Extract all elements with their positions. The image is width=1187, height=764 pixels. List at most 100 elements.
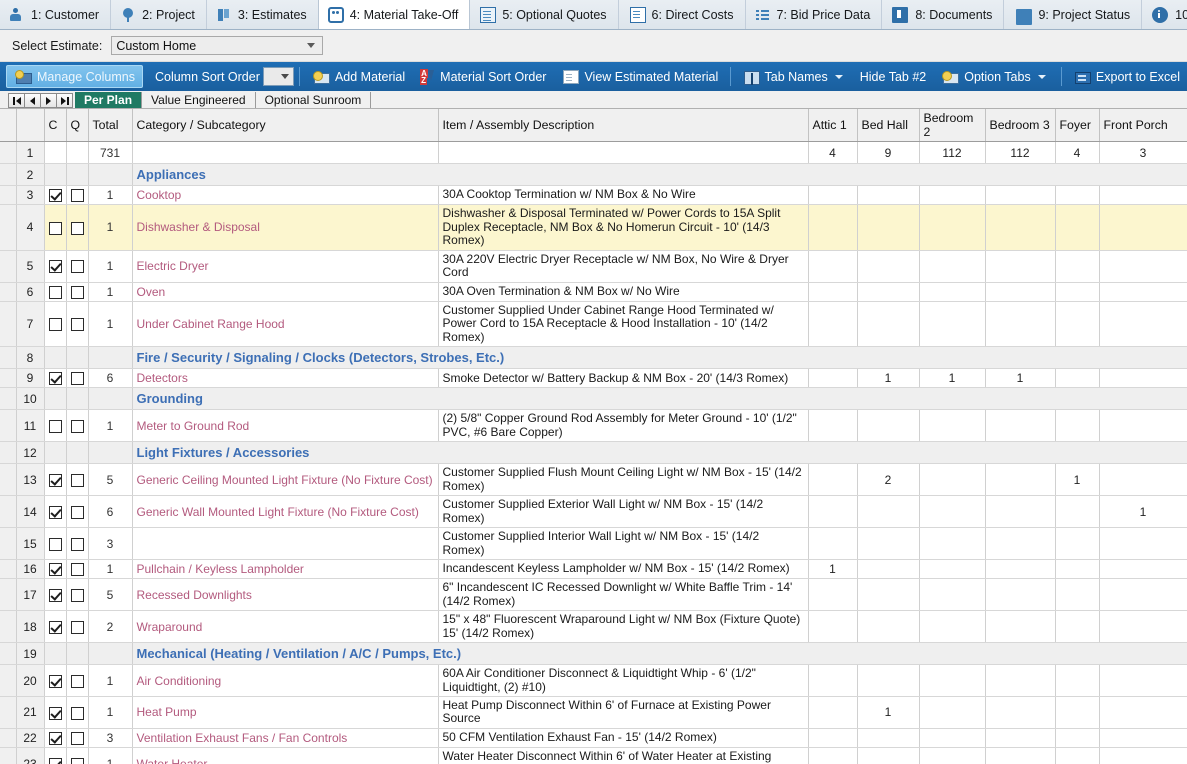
- room-qty-bedroom-3[interactable]: [985, 559, 1056, 580]
- category-cell[interactable]: Generic Ceiling Mounted Light Fixture (N…: [132, 463, 439, 497]
- room-qty-bed-hall[interactable]: [857, 250, 920, 283]
- header-description[interactable]: Item / Assembly Description: [438, 109, 809, 142]
- table-row[interactable]: 6 1 Oven 30A Oven Termination & NM Box w/ N…: [0, 282, 1187, 302]
- room-qty-bedroom-2[interactable]: [919, 282, 986, 302]
- row-select-cell[interactable]: [0, 578, 17, 612]
- q-checkbox-cell[interactable]: [66, 696, 89, 729]
- nav-tab-6[interactable]: 6: Direct Costs: [619, 0, 746, 29]
- description-cell[interactable]: Incandescent Keyless Lampholder w/ NM Bo…: [438, 559, 809, 580]
- row-select-cell[interactable]: [0, 559, 17, 580]
- room-qty-bed-hall[interactable]: [857, 409, 920, 443]
- room-qty-foyer[interactable]: [1055, 747, 1100, 764]
- q-checkbox-cell[interactable]: [66, 204, 89, 251]
- q-checkbox[interactable]: [70, 505, 84, 519]
- room-qty-bed-hall[interactable]: [857, 664, 920, 697]
- c-checkbox[interactable]: [48, 563, 62, 577]
- table-row[interactable]: 15 3 Customer Supplied Interior Wall Light…: [0, 527, 1187, 560]
- row-select-cell[interactable]: [0, 163, 17, 186]
- category-cell[interactable]: Detectors: [132, 368, 439, 389]
- room-qty-foyer[interactable]: [1055, 527, 1100, 560]
- q-checkbox-cell[interactable]: [66, 282, 89, 302]
- room-qty-bed-hall[interactable]: [857, 282, 920, 302]
- table-row[interactable]: 22 3 Ventilation Exhaust Fans / Fan Contro…: [0, 728, 1187, 749]
- q-checkbox-cell[interactable]: [66, 409, 89, 443]
- room-qty-attic-1[interactable]: [808, 301, 858, 348]
- table-row[interactable]: 18 2 Wraparound 15" x 48" Fluorescent Wrapa…: [0, 610, 1187, 644]
- row-select-cell[interactable]: [0, 301, 17, 348]
- q-checkbox-cell[interactable]: [66, 728, 89, 749]
- room-qty-bed-hall[interactable]: [857, 495, 920, 529]
- room-qty-bedroom-2[interactable]: [919, 559, 986, 580]
- room-qty-bedroom-3[interactable]: [985, 527, 1056, 560]
- nav-tab-7[interactable]: 7: Bid Price Data: [746, 0, 883, 29]
- header-room-bedroom-2[interactable]: Bedroom 2: [919, 109, 986, 142]
- table-row[interactable]: 14 6 Generic Wall Mounted Light Fixture (N…: [0, 495, 1187, 529]
- nav-tab-5[interactable]: 5: Optional Quotes: [470, 0, 619, 29]
- room-qty-foyer[interactable]: [1055, 250, 1100, 283]
- room-qty-attic-1[interactable]: [808, 728, 858, 749]
- c-checkbox-cell[interactable]: [44, 185, 67, 206]
- room-qty-foyer[interactable]: [1055, 282, 1100, 302]
- q-checkbox[interactable]: [70, 473, 84, 487]
- row-select-cell[interactable]: [0, 368, 17, 389]
- header-room-foyer[interactable]: Foyer: [1055, 109, 1100, 142]
- total-cell[interactable]: 6: [88, 495, 133, 529]
- c-checkbox-cell[interactable]: [44, 728, 67, 749]
- room-qty-bedroom-2[interactable]: [919, 578, 986, 612]
- row-select-cell[interactable]: [0, 185, 17, 206]
- total-cell[interactable]: 1: [88, 696, 133, 729]
- q-checkbox-cell[interactable]: [66, 527, 89, 560]
- q-checkbox[interactable]: [70, 674, 84, 688]
- c-checkbox-cell[interactable]: [44, 664, 67, 697]
- table-row[interactable]: 17 5 Recessed Downlights 6" Incandescent IC…: [0, 578, 1187, 612]
- room-qty-bedroom-3[interactable]: [985, 463, 1056, 497]
- q-checkbox[interactable]: [70, 420, 84, 434]
- c-checkbox-cell[interactable]: [44, 368, 67, 389]
- description-cell[interactable]: 30A Cooktop Termination w/ NM Box & No W…: [438, 185, 809, 206]
- room-qty-front-porch[interactable]: [1099, 696, 1187, 729]
- chevron-down-icon[interactable]: [834, 74, 843, 79]
- room-qty-front-porch[interactable]: [1099, 610, 1187, 644]
- q-checkbox-cell[interactable]: [66, 664, 89, 697]
- room-qty-front-porch[interactable]: [1099, 185, 1187, 206]
- first-record-button[interactable]: [8, 93, 25, 108]
- room-qty-bedroom-3[interactable]: [985, 185, 1056, 206]
- room-qty-bedroom-2[interactable]: [919, 185, 986, 206]
- room-qty-bed-hall[interactable]: 1: [857, 696, 920, 729]
- category-cell[interactable]: Generic Wall Mounted Light Fixture (No F…: [132, 495, 439, 529]
- row-select-cell[interactable]: [0, 282, 17, 302]
- q-checkbox-cell[interactable]: [66, 301, 89, 348]
- total-cell[interactable]: 3: [88, 728, 133, 749]
- table-row[interactable]: 7 1 Under Cabinet Range Hood Customer Suppl…: [0, 301, 1187, 348]
- q-checkbox[interactable]: [70, 732, 84, 746]
- table-row[interactable]: 23 1 Water Heater Water Heater Disconnect W…: [0, 747, 1187, 764]
- room-qty-attic-1[interactable]: [808, 204, 858, 251]
- table-row[interactable]: 3 1 Cooktop 30A Cooktop Termination w/ NM B…: [0, 185, 1187, 206]
- room-qty-bedroom-2[interactable]: [919, 204, 986, 251]
- room-qty-bed-hall[interactable]: [857, 747, 920, 764]
- description-cell[interactable]: Customer Supplied Interior Wall Light w/…: [438, 527, 809, 560]
- room-qty-bedroom-3[interactable]: [985, 664, 1056, 697]
- description-cell[interactable]: 15" x 48" Fluorescent Wraparound Light w…: [438, 610, 809, 644]
- q-checkbox[interactable]: [70, 260, 84, 274]
- previous-record-button[interactable]: [24, 93, 41, 108]
- room-qty-bedroom-2[interactable]: [919, 728, 986, 749]
- room-qty-front-porch[interactable]: [1099, 282, 1187, 302]
- table-row[interactable]: 20 1 Air Conditioning 60A Air Conditioner D…: [0, 664, 1187, 697]
- totals-row[interactable]: 1 731 4 9 112 112 4 3: [0, 141, 1187, 164]
- room-qty-front-porch[interactable]: [1099, 250, 1187, 283]
- group-header-row[interactable]: 19 Mechanical (Heating / Ventilation / A/…: [0, 642, 1187, 666]
- room-qty-bedroom-2[interactable]: 1: [919, 368, 986, 389]
- room-qty-attic-1[interactable]: [808, 250, 858, 283]
- option-tabs-button[interactable]: Option Tabs: [933, 65, 1055, 88]
- total-cell[interactable]: 1: [88, 664, 133, 697]
- room-qty-attic-1[interactable]: [808, 282, 858, 302]
- sheet-tab-1[interactable]: Per Plan: [75, 92, 143, 108]
- c-checkbox[interactable]: [48, 285, 62, 299]
- row-select-cell[interactable]: [0, 642, 17, 666]
- group-header-row[interactable]: 8 Fire / Security / Signaling / Clocks (D…: [0, 346, 1187, 370]
- total-cell[interactable]: 3: [88, 527, 133, 560]
- c-checkbox[interactable]: [48, 674, 62, 688]
- table-row[interactable]: 9 6 Detectors Smoke Detector w/ Battery Bac…: [0, 368, 1187, 389]
- description-cell[interactable]: Water Heater Disconnect Within 6' of Wat…: [438, 747, 809, 764]
